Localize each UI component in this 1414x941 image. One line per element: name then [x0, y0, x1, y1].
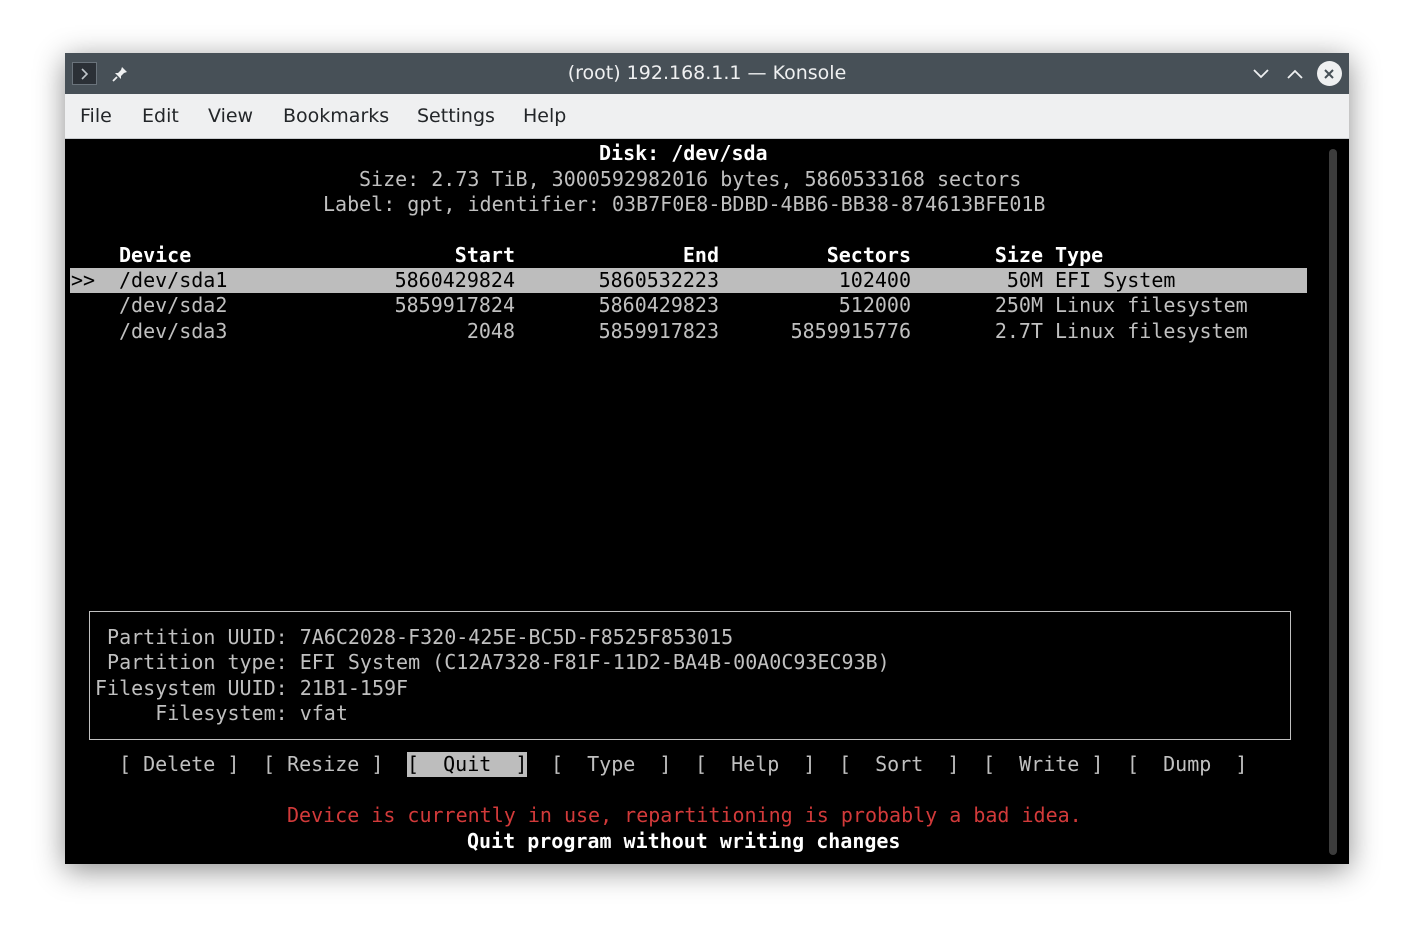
disk-size-line: Size: 2.73 TiB, 3000592982016 bytes, 586… — [359, 167, 1022, 191]
window-title: (root) 192.168.1.1 — Konsole — [567, 62, 847, 84]
type-button[interactable]: [ Type ] — [551, 752, 671, 777]
title-bar[interactable]: (root) 192.168.1.1 — Konsole — [65, 53, 1349, 94]
filesystem-uuid-line: Filesystem UUID: 21B1-159F — [95, 676, 409, 700]
row-type: EFI System — [1055, 268, 1176, 292]
row-size: 250M — [994, 293, 1043, 317]
header-size: Size — [994, 243, 1043, 267]
partition-uuid-line: Partition UUID: 7A6C2028-F320-425E-BC5D-… — [95, 625, 734, 649]
hint-message: Quit program without writing changes — [467, 829, 901, 853]
terminal-area[interactable]: Disk: /dev/sda Size: 2.73 TiB, 300059298… — [65, 139, 1349, 864]
sort-button[interactable]: [ Sort ] — [839, 752, 959, 777]
disk-label-line: Label: gpt, identifier: 03B7F0E8-BDBD-4B… — [323, 192, 1046, 216]
menu-edit[interactable]: Edit — [142, 94, 179, 139]
konsole-window: (root) 192.168.1.1 — Konsole File Edit V… — [65, 53, 1349, 864]
row-end: 5859917823 — [598, 319, 719, 343]
close-icon[interactable] — [1316, 61, 1342, 86]
row-start: 5859917824 — [394, 293, 515, 317]
maximize-icon[interactable] — [1281, 53, 1309, 94]
row-end: 5860532223 — [598, 268, 719, 292]
row-device: /dev/sda1 — [119, 268, 228, 292]
quit-button[interactable]: [ Quit ] — [407, 752, 528, 777]
header-device: Device — [119, 243, 192, 267]
row-sectors: 512000 — [838, 293, 911, 317]
close-button[interactable] — [1314, 53, 1344, 94]
header-sectors: Sectors — [826, 243, 911, 267]
header-type: Type — [1055, 243, 1104, 267]
header-start: Start — [454, 243, 515, 267]
disk-title: Disk: /dev/sda — [599, 141, 768, 165]
header-end: End — [682, 243, 719, 267]
row-device: /dev/sda3 — [119, 319, 228, 343]
row-type: Linux filesystem — [1055, 319, 1248, 343]
menu-view[interactable]: View — [208, 94, 253, 139]
delete-button[interactable]: [ Delete ] — [119, 752, 239, 777]
row-start: 5860429824 — [394, 268, 515, 292]
resize-button[interactable]: [ Resize ] — [263, 752, 383, 777]
row-end: 5860429823 — [598, 293, 719, 317]
row-size: 2.7T — [994, 319, 1043, 343]
write-button[interactable]: [ Write ] — [983, 752, 1103, 777]
selection-marker: >> — [71, 268, 96, 292]
menu-bar: File Edit View Bookmarks Settings Help — [65, 94, 1349, 139]
menu-bookmarks[interactable]: Bookmarks — [283, 94, 389, 139]
row-type: Linux filesystem — [1055, 293, 1248, 317]
menu-settings[interactable]: Settings — [417, 94, 495, 139]
partition-type-line: Partition type: EFI System (C12A7328-F81… — [95, 650, 890, 674]
row-sectors: 102400 — [838, 268, 911, 292]
menu-help[interactable]: Help — [523, 94, 566, 139]
row-device: /dev/sda2 — [119, 293, 228, 317]
row-start: 2048 — [466, 319, 515, 343]
menu-file[interactable]: File — [80, 94, 112, 139]
row-sectors: 5859915776 — [790, 319, 911, 343]
warning-message: Device is currently in use, repartitioni… — [287, 803, 1082, 827]
scrollbar[interactable] — [1329, 149, 1337, 855]
filesystem-line: Filesystem: vfat — [95, 701, 348, 725]
help-button[interactable]: [ Help ] — [695, 752, 815, 777]
row-size: 50M — [1006, 268, 1043, 292]
dump-button[interactable]: [ Dump ] — [1127, 752, 1247, 777]
minimize-icon[interactable] — [1247, 53, 1275, 94]
